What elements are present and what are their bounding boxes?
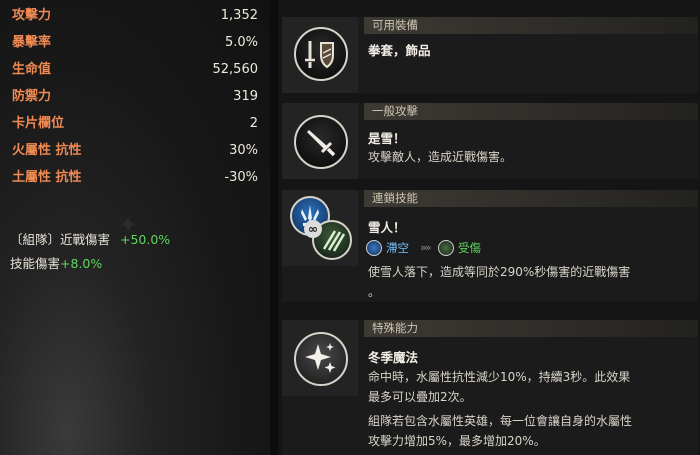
bonus-label: 技能傷害 bbox=[10, 256, 61, 271]
panel-divider bbox=[270, 0, 278, 455]
section-chain-skill: ∞ 連鎖技能 雪人！ 滯空 »» 受傷 使雪人落下，造成等同於290%秒傷害的近… bbox=[282, 190, 698, 302]
skill-info-panel: 可用裝備 拳套，飾品 一般攻擊 是雪！ 攻擊敵人，造成近戰傷害。 ∞ 連鎖技能 … bbox=[278, 0, 700, 455]
stat-row-hp: 生命值 52,560 bbox=[12, 60, 258, 80]
icon-box bbox=[282, 103, 358, 179]
section-description-line1: 命中時，水屬性抗性減少10%，持續3秒。此效果 bbox=[368, 370, 631, 384]
bonus-party-melee: 〔組隊〕近戰傷害 +50.0% bbox=[10, 231, 170, 249]
stat-value: 30% bbox=[229, 143, 258, 158]
section-header: 可用裝備 bbox=[364, 17, 698, 34]
sword-icon bbox=[294, 115, 348, 169]
section-header: 特殊能力 bbox=[364, 320, 698, 337]
status-arrows: »» bbox=[420, 241, 432, 254]
stat-value: 2 bbox=[249, 116, 258, 131]
stat-row-crit-rate: 暴擊率 5.0% bbox=[12, 33, 258, 53]
airborne-status-icon bbox=[366, 240, 382, 256]
section-equipment: 可用裝備 拳套，飾品 bbox=[282, 17, 698, 93]
stat-label: 生命值 bbox=[12, 62, 52, 77]
icon-box bbox=[282, 320, 358, 396]
bonus-value: +8.0% bbox=[60, 256, 103, 271]
section-title: 是雪！ bbox=[368, 131, 406, 146]
sparkle-icon bbox=[294, 332, 348, 386]
stat-label: 防禦力 bbox=[12, 89, 52, 104]
sword-shield-icon bbox=[294, 27, 348, 81]
section-description-line2: 。 bbox=[368, 285, 381, 299]
status-from-label: 滯空 bbox=[386, 241, 409, 255]
section-header: 連鎖技能 bbox=[364, 190, 698, 207]
section-description-line1: 使雪人落下，造成等同於290%秒傷害的近戰傷害 bbox=[368, 265, 631, 279]
injured-status-icon bbox=[438, 240, 454, 256]
hero-stats-panel: 攻擊力 1,352 暴擊率 5.0% 生命值 52,560 防禦力 319 卡片… bbox=[0, 0, 270, 455]
stat-value: 52,560 bbox=[212, 62, 259, 77]
bonus-label: 〔組隊〕近戰傷害 bbox=[10, 232, 111, 247]
stat-value: 5.0% bbox=[224, 35, 258, 50]
bonus-skill-damage: 技能傷害+8.0% bbox=[10, 255, 102, 273]
stat-label: 土屬性 抗性 bbox=[12, 170, 82, 185]
stat-label: 暴擊率 bbox=[12, 35, 52, 50]
icon-box bbox=[282, 17, 358, 93]
status-to-label: 受傷 bbox=[458, 241, 481, 255]
stat-row-attack: 攻擊力 1,352 bbox=[12, 6, 258, 26]
section-normal-attack: 一般攻擊 是雪！ 攻擊敵人，造成近戰傷害。 bbox=[282, 103, 698, 179]
section-special-ability: 特殊能力 冬季魔法 命中時，水屬性抗性減少10%，持續3秒。此效果 最多可以疊加… bbox=[282, 320, 698, 455]
stat-value: -30% bbox=[224, 170, 258, 185]
icon-box: ∞ bbox=[282, 190, 358, 266]
stat-label: 卡片欄位 bbox=[12, 116, 65, 131]
section-description-line3: 組隊若包含水屬性英雄，每一位會讓自身的水屬性 bbox=[368, 414, 633, 428]
stat-value: 319 bbox=[233, 89, 258, 104]
section-title: 拳套，飾品 bbox=[368, 43, 431, 58]
section-description-line4: 攻擊力增加5%，最多增加20%。 bbox=[368, 434, 546, 448]
section-title: 雪人！ bbox=[368, 220, 406, 235]
section-title: 冬季魔法 bbox=[368, 350, 419, 365]
section-description-line2: 最多可以疊加2次。 bbox=[368, 390, 472, 404]
stat-row-fire-resist: 火屬性 抗性 30% bbox=[12, 141, 258, 161]
section-description: 攻擊敵人，造成近戰傷害。 bbox=[368, 150, 513, 164]
stat-row-earth-resist: 土屬性 抗性 -30% bbox=[12, 168, 258, 188]
section-header: 一般攻擊 bbox=[364, 103, 698, 120]
chain-link-icon: ∞ bbox=[304, 220, 322, 238]
stat-value: 1,352 bbox=[220, 8, 258, 23]
stat-row-defense: 防禦力 319 bbox=[12, 87, 258, 107]
bonus-value: +50.0% bbox=[120, 232, 171, 247]
stat-label: 火屬性 抗性 bbox=[12, 143, 82, 158]
stat-label: 攻擊力 bbox=[12, 8, 52, 23]
stat-row-card-slots: 卡片欄位 2 bbox=[12, 114, 258, 134]
